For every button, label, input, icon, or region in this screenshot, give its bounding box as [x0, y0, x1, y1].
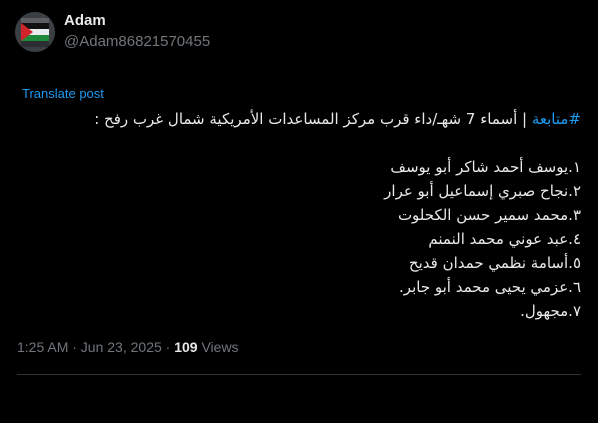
views-label: Views	[197, 339, 239, 355]
list-item: ٧.مجهول.	[520, 302, 581, 320]
list-item: ٣.محمد سمير حسن الكحلوت	[397, 206, 581, 224]
divider	[17, 374, 581, 375]
palestine-flag-avatar-icon	[15, 12, 55, 52]
translate-post-link[interactable]: Translate post	[22, 86, 104, 101]
post: Adam @Adam86821570455 Translate post #مت…	[0, 0, 598, 423]
post-meta: 1:25 AM · Jun 23, 2025 · 109 Views	[17, 339, 239, 355]
avatar[interactable]	[15, 12, 55, 52]
meta-separator: ·	[161, 339, 175, 355]
list-item: ١.يوسف أحمد شاكر أبو يوسف	[390, 158, 581, 176]
hashtag-link[interactable]: #متابعة	[532, 110, 581, 128]
post-headline: #متابعة | أسماء 7 شهـ/داء قرب مركز المسا…	[21, 107, 581, 131]
list-item: ٥.أسامة نظمي حمدان قديح	[408, 254, 581, 272]
author-handle[interactable]: @Adam86821570455	[64, 33, 210, 50]
post-timestamp[interactable]: 1:25 AM · Jun 23, 2025	[17, 339, 162, 355]
list-item: ٤.عبد عوني محمد النمنم	[428, 230, 581, 248]
headline-text: | أسماء 7 شهـ/داء قرب مركز المساعدات الأ…	[94, 110, 532, 128]
post-text: #متابعة | أسماء 7 شهـ/داء قرب مركز المسا…	[21, 107, 581, 323]
views-count: 109	[174, 339, 198, 355]
list-item: ٢.نجاح صبري إسماعيل أبو عرار	[384, 182, 581, 200]
author-display-name[interactable]: Adam	[64, 12, 106, 29]
list-item: ٦.عزمي يحيى محمد أبو جابر.	[399, 278, 581, 296]
